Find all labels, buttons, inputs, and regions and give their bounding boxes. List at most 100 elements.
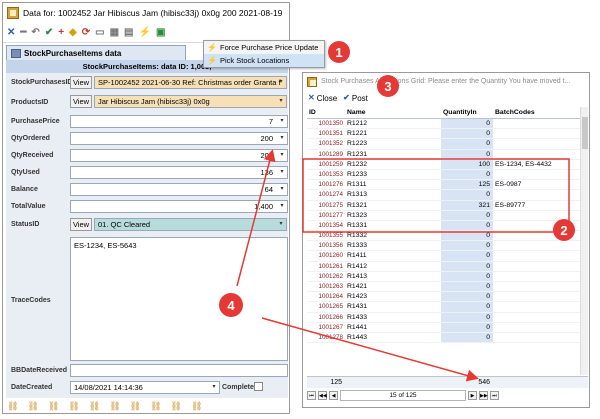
cell-batch-codes[interactable] [493, 211, 576, 220]
cell-batch-codes[interactable] [493, 251, 576, 260]
cell-batch-codes[interactable] [493, 119, 576, 128]
purchase-price-field[interactable]: 7 ▾ [70, 115, 288, 128]
cell-batch-codes[interactable]: ES-89777 [493, 201, 576, 210]
undo-icon[interactable]: ↶ [31, 27, 39, 38]
grid-row[interactable]: 1001289 R1231 0 [307, 149, 588, 160]
cell-quantity-in[interactable]: 0 [441, 190, 493, 200]
cell-batch-codes[interactable] [493, 292, 576, 301]
grid-row[interactable]: 1001355 R1332 0 [307, 231, 588, 242]
cell-quantity-in[interactable]: 0 [441, 332, 493, 343]
cell-quantity-in[interactable]: 0 [441, 169, 493, 180]
total-value-field[interactable]: 1,400 ▾ [70, 200, 288, 213]
chevron-down-icon[interactable]: ▾ [278, 134, 286, 143]
link-icon[interactable]: ⛓ [171, 401, 182, 412]
cell-quantity-in[interactable]: 0 [441, 129, 493, 139]
column-header-quantity-in[interactable]: QuantityIn [441, 107, 493, 118]
cell-quantity-in[interactable]: 0 [441, 282, 493, 292]
cell-batch-codes[interactable] [493, 221, 576, 230]
chevron-down-icon[interactable]: ▾ [278, 185, 286, 194]
stock-purchases-view-button[interactable]: View [70, 76, 92, 89]
cell-batch-codes[interactable] [493, 170, 576, 179]
nav-next-page-button[interactable]: ▶▶ [479, 391, 488, 400]
grid-row[interactable]: 1001277 R1323 0 [307, 210, 588, 221]
link-icon[interactable]: ⛓ [7, 401, 18, 412]
status-id-field[interactable]: 01. QC Cleared ▾ [94, 218, 287, 231]
menu-item-force-purchase-price-update[interactable]: ⚡ Force Purchase Price Update [204, 41, 324, 54]
grid-row[interactable]: 1001350 R1212 0 [307, 119, 588, 130]
cell-batch-codes[interactable] [493, 333, 576, 342]
print-icon[interactable]: ▤ [124, 27, 133, 38]
cell-quantity-in[interactable]: 0 [441, 312, 493, 322]
cell-quantity-in[interactable]: 0 [441, 292, 493, 302]
column-header-name[interactable]: Name [345, 107, 441, 118]
chevron-down-icon[interactable]: ▾ [277, 78, 285, 87]
lightning-icon[interactable]: ⚡ [139, 27, 151, 38]
grid-row[interactable]: 1001354 R1331 0 [307, 220, 588, 232]
grid-row[interactable]: 1001267 R1441 0 [307, 322, 588, 333]
trace-codes-field[interactable]: ES-1234, ES-5643 [70, 237, 288, 361]
cell-batch-codes[interactable] [493, 282, 576, 291]
grid-row[interactable]: 1001356 R1333 0 [307, 241, 588, 252]
cell-batch-codes[interactable] [493, 231, 576, 240]
cell-batch-codes[interactable] [493, 190, 576, 199]
nav-first-button[interactable]: ⏮ [307, 391, 316, 400]
nav-last-button[interactable]: ⏭ [490, 391, 499, 400]
status-view-button[interactable]: View [70, 218, 92, 231]
cell-batch-codes[interactable] [493, 272, 576, 281]
cell-quantity-in[interactable]: 0 [441, 302, 493, 312]
cell-quantity-in[interactable]: 125 [441, 180, 493, 190]
chevron-down-icon[interactable]: ▾ [278, 151, 286, 160]
grid-row[interactable]: 1001276 R1311 125 ES-0987 [307, 180, 588, 191]
cell-quantity-in[interactable]: 321 [441, 200, 493, 210]
scrollbar-thumb[interactable] [582, 117, 588, 149]
cell-quantity-in[interactable]: 0 [441, 241, 493, 251]
link-icon[interactable]: ⛓ [191, 401, 202, 412]
post-button[interactable]: ✔ Post [343, 94, 368, 103]
grid-row[interactable]: 1001263 R1421 0 [307, 282, 588, 293]
link-icon[interactable]: ⛓ [48, 401, 59, 412]
export-icon[interactable]: ▣ [156, 27, 165, 38]
cell-batch-codes[interactable]: ES-1234, ES-4432 [493, 160, 576, 169]
bb-date-received-field[interactable] [70, 364, 288, 377]
cell-batch-codes[interactable] [493, 313, 576, 322]
chevron-down-icon[interactable]: ▾ [278, 117, 286, 126]
grid-row[interactable]: 1001352 R1223 0 [307, 139, 588, 150]
eraser-icon[interactable]: ◆ [69, 27, 77, 38]
cell-batch-codes[interactable] [493, 150, 576, 159]
grid-row[interactable]: 1001266 R1433 0 [307, 312, 588, 323]
grid-row[interactable]: 1001275 R1321 321 ES-89777 [307, 200, 588, 211]
chevron-down-icon[interactable]: ▾ [277, 220, 285, 229]
cell-batch-codes[interactable]: ES-0987 [493, 180, 576, 189]
link-icon[interactable]: ⛓ [130, 401, 141, 412]
grid-row[interactable]: 1001265 R1431 0 [307, 302, 588, 313]
cell-quantity-in[interactable]: 0 [441, 261, 493, 271]
grid-row[interactable]: 1001278 R1443 0 [307, 332, 588, 344]
minus-icon[interactable]: ━ [20, 27, 26, 38]
cell-quantity-in[interactable]: 0 [441, 271, 493, 281]
chevron-down-icon[interactable]: ▾ [277, 97, 285, 106]
cell-quantity-in[interactable]: 0 [441, 210, 493, 220]
complete-checkbox[interactable] [254, 382, 263, 391]
grid-icon[interactable]: ▦ [110, 27, 119, 38]
balance-field[interactable]: 64 ▾ [70, 183, 288, 196]
qty-ordered-field[interactable]: 200 ▾ [70, 132, 288, 145]
cell-quantity-in[interactable]: 100 [441, 159, 493, 169]
cell-batch-codes[interactable] [493, 323, 576, 332]
menu-item-pick-stock-locations[interactable]: ⚡ Pick Stock Locations [204, 54, 324, 67]
nav-next-button[interactable]: ▶ [468, 391, 477, 400]
grid-vertical-scrollbar[interactable] [580, 107, 588, 375]
cell-batch-codes[interactable] [493, 302, 576, 311]
chevron-down-icon[interactable]: ▾ [210, 383, 218, 392]
grid-row[interactable]: 1001353 R1233 0 [307, 169, 588, 181]
link-icon[interactable]: ⛓ [68, 401, 79, 412]
chevron-down-icon[interactable]: ▾ [278, 168, 286, 177]
nav-prev-page-button[interactable]: ◀◀ [318, 391, 327, 400]
qty-used-field[interactable]: 136 ▾ [70, 166, 288, 179]
nav-prev-button[interactable]: ◀ [329, 391, 338, 400]
cell-quantity-in[interactable]: 0 [441, 231, 493, 241]
products-id-field[interactable]: Jar Hibiscus Jam (hibisc33j) 0x0g ▾ [94, 95, 287, 108]
cell-quantity-in[interactable]: 0 [441, 220, 493, 231]
cell-quantity-in[interactable]: 0 [441, 139, 493, 149]
products-view-button[interactable]: View [70, 95, 92, 108]
cell-quantity-in[interactable]: 0 [441, 119, 493, 129]
